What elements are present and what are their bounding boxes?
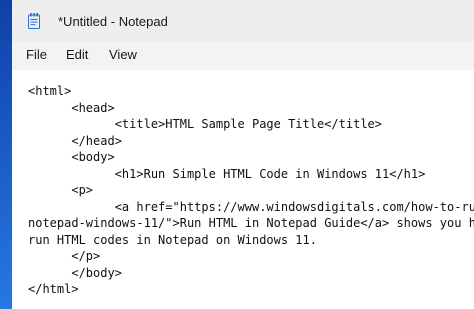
code-line: <head> — [28, 100, 115, 115]
menu-file[interactable]: File — [24, 47, 49, 62]
code-line: run HTML codes in Notepad on Windows 11. — [28, 232, 317, 247]
text-editor[interactable]: <html> <head> <title>HTML Sample Page Ti… — [12, 70, 474, 309]
menu-bar: File Edit View — [12, 42, 474, 70]
code-line: <h1>Run Simple HTML Code in Windows 11</… — [28, 166, 426, 181]
code-line: <body> — [28, 150, 115, 164]
code-line: notepad-windows-11/">Run HTML in Notepad… — [28, 216, 474, 230]
code-line: <html> — [28, 84, 72, 98]
editor-content[interactable]: <html> <head> <title>HTML Sample Page Ti… — [28, 83, 474, 298]
code-line: </body> — [28, 265, 122, 280]
code-line: <a href="https://www.windowsdigitals.com… — [114, 199, 474, 214]
menu-view[interactable]: View — [107, 47, 139, 62]
code-line: </head> — [28, 133, 122, 148]
code-line: <title>HTML Sample Page Title</title> — [28, 117, 383, 131]
code-line: </html> — [28, 282, 79, 296]
code-line: <p> — [28, 183, 94, 197]
notepad-icon — [28, 13, 40, 29]
notepad-window: *Untitled - Notepad File Edit View <html… — [12, 0, 474, 309]
code-line: </p> — [28, 249, 101, 263]
menu-edit[interactable]: Edit — [64, 47, 90, 62]
window-title: *Untitled - Notepad — [58, 14, 168, 29]
title-bar[interactable]: *Untitled - Notepad — [12, 0, 474, 42]
